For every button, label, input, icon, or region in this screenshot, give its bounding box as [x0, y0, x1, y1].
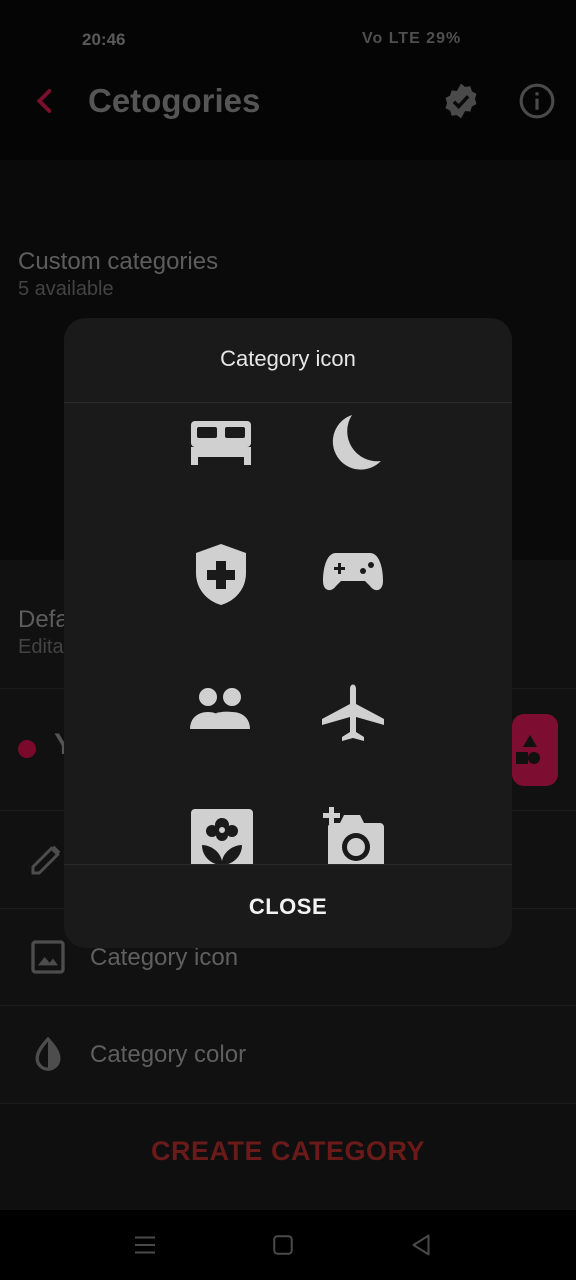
shapes-icon [516, 735, 540, 764]
icon-grid[interactable] [64, 403, 512, 864]
option-category-color[interactable]: Category color [90, 1041, 246, 1069]
image-icon [31, 940, 65, 974]
custom-categories-title: Custom categories [18, 248, 219, 275]
dialog-title: Category icon [220, 346, 356, 371]
category-icon-preview[interactable] [512, 714, 558, 786]
divider [0, 1005, 576, 1006]
default-categories-title: Defa [18, 606, 69, 633]
back-nav-icon[interactable] [406, 1230, 436, 1260]
airplane-icon[interactable] [318, 675, 388, 745]
status-time: 20:46 [82, 30, 126, 49]
default-categories-subtitle: Edita [18, 636, 64, 658]
info-icon[interactable] [518, 82, 556, 120]
category-icon-dialog: Category icon CLOSE [64, 318, 512, 948]
custom-categories-count: 5 available [18, 278, 114, 300]
contrast-drop-icon [35, 1036, 61, 1071]
gamepad-icon[interactable] [318, 539, 388, 609]
home-nav-icon[interactable] [268, 1230, 298, 1260]
flower-photo-icon[interactable] [186, 805, 256, 864]
back-arrow-icon[interactable] [30, 86, 60, 116]
status-indicators: Vo LTE 29% [362, 30, 462, 47]
create-category-label: CREATE CATEGORY [150, 1136, 425, 1166]
pencil-icon[interactable] [28, 838, 68, 878]
bed-icon[interactable] [186, 405, 256, 475]
page-title: Cetogories [88, 82, 261, 119]
app-bar [0, 70, 576, 160]
medical-shield-icon[interactable] [186, 539, 256, 609]
option-category-icon[interactable]: Category icon [90, 944, 238, 972]
menu-nav-icon[interactable] [130, 1230, 160, 1260]
add-camera-icon[interactable] [318, 805, 388, 864]
verified-badge-icon[interactable] [442, 82, 480, 120]
close-button[interactable]: CLOSE [64, 865, 512, 948]
category-color-dot [18, 740, 36, 758]
people-icon[interactable] [186, 675, 256, 745]
moon-icon[interactable] [318, 409, 388, 479]
